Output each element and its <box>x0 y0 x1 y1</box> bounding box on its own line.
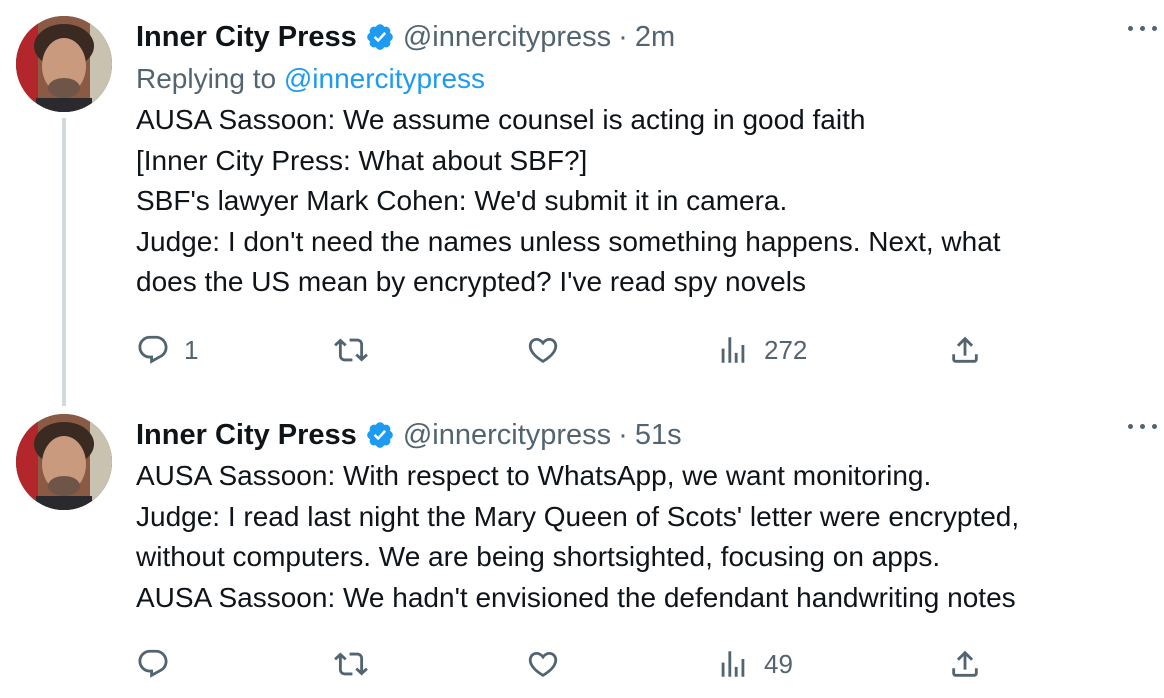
reply-count: 1 <box>184 334 199 365</box>
tweet-text-line: SBF's lawyer Mark Cohen: We'd submit it … <box>136 185 788 216</box>
reply-button[interactable]: 1 <box>136 330 198 370</box>
tweet-text: AUSA Sassoon: We assume counsel is actin… <box>136 100 1144 303</box>
views-count: 272 <box>764 334 808 365</box>
avatar[interactable] <box>16 16 112 112</box>
share-button[interactable] <box>948 330 982 370</box>
tweet-text-line: Judge: I don't need the names unless som… <box>136 225 1001 257</box>
handle[interactable]: @innercitypress <box>403 21 611 54</box>
action-bar: 49 <box>136 644 996 684</box>
retweet-icon <box>334 338 368 362</box>
like-icon <box>528 651 558 677</box>
views-button[interactable]: 49 <box>716 644 793 684</box>
views-button[interactable]: 272 <box>716 330 807 370</box>
share-icon <box>952 336 978 363</box>
replying-to: Replying to @innercitypress <box>136 60 1144 98</box>
tweet-text-line: [Inner City Press: What about SBF?] <box>136 144 588 176</box>
tweet-text-line: AUSA Sassoon: With respect to WhatsApp, … <box>136 460 932 491</box>
action-bar: 1 272 <box>136 330 996 370</box>
views-icon <box>721 651 745 677</box>
reply-icon <box>138 335 168 364</box>
tweet[interactable]: Inner City Press @innercitypress · 51s A… <box>0 398 1164 698</box>
tweet-text-line: AUSA Sassoon: We hadn't envisioned the d… <box>136 581 1016 613</box>
tweet-text-line: Judge: I read last night the Mary Queen … <box>136 500 1020 532</box>
views-icon <box>721 337 745 363</box>
display-name[interactable]: Inner City Press <box>136 419 357 452</box>
reply-icon <box>138 649 168 678</box>
like-button[interactable] <box>526 330 574 370</box>
share-button[interactable] <box>948 644 982 684</box>
thread-connector <box>62 118 66 406</box>
verified-badge-icon[interactable] <box>365 420 395 450</box>
avatar[interactable] <box>16 414 112 510</box>
timestamp[interactable]: 51s <box>635 419 682 452</box>
share-icon <box>952 650 978 677</box>
replying-prefix: Replying to <box>136 63 277 94</box>
like-icon <box>528 337 558 363</box>
like-button[interactable] <box>526 644 574 684</box>
views-count: 49 <box>764 648 793 679</box>
tweet-text-line: does the US mean by encrypted? I've read… <box>136 266 806 297</box>
replying-handle-link[interactable]: @innercitypress <box>284 63 485 94</box>
more-icon[interactable] <box>1126 418 1160 434</box>
handle[interactable]: @innercitypress <box>403 419 611 452</box>
timestamp[interactable]: 2m <box>635 21 675 54</box>
verified-badge-icon[interactable] <box>365 22 395 52</box>
retweet-button[interactable] <box>334 330 382 370</box>
separator: · <box>618 418 628 451</box>
retweet-button[interactable] <box>334 644 382 684</box>
display-name[interactable]: Inner City Press <box>136 21 357 54</box>
tweet[interactable]: Inner City Press @innercitypress · 2m Re… <box>0 0 1164 406</box>
retweet-icon <box>334 652 368 676</box>
separator: · <box>618 20 628 53</box>
reply-button[interactable] <box>136 644 184 684</box>
tweet-text-line: AUSA Sassoon: We assume counsel is actin… <box>136 104 866 135</box>
more-icon[interactable] <box>1126 20 1160 36</box>
tweet-text-line: without computers. We are being shortsig… <box>136 541 941 572</box>
tweet-text: AUSA Sassoon: With respect to WhatsApp, … <box>136 456 1144 618</box>
